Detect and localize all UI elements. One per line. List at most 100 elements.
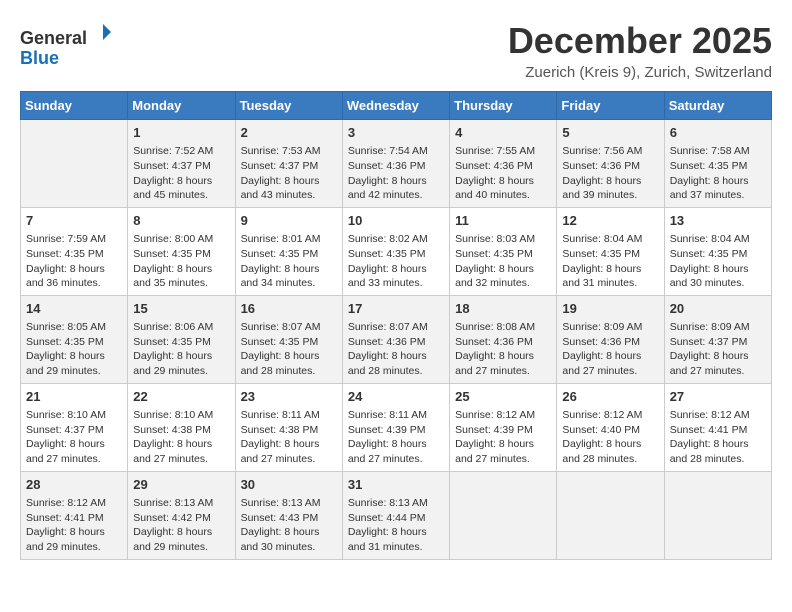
calendar-cell: 26Sunrise: 8:12 AM Sunset: 4:40 PM Dayli… <box>557 383 664 471</box>
day-number: 1 <box>133 124 229 142</box>
day-number: 24 <box>348 388 444 406</box>
cell-content: Sunrise: 8:04 AM Sunset: 4:35 PM Dayligh… <box>670 232 766 291</box>
day-number: 21 <box>26 388 122 406</box>
weekday-thursday: Thursday <box>450 92 557 120</box>
day-number: 25 <box>455 388 551 406</box>
calendar-cell: 31 Sunrise: 8:13 AM Sunset: 4:44 PM Dayli… <box>342 471 449 559</box>
cell-content: Sunrise: 8:12 AM Sunset: 4:39 PM Dayligh… <box>455 408 551 467</box>
cell-content: Sunrise: 8:00 AM Sunset: 4:35 PM Dayligh… <box>133 232 229 291</box>
calendar-cell: 14Sunrise: 8:05 AM Sunset: 4:35 PM Dayli… <box>21 295 128 383</box>
location: Zuerich (Kreis 9), Zurich, Switzerland <box>508 64 772 81</box>
cell-content: Sunrise: 8:13 AM Sunset: 4:42 PM Dayligh… <box>133 496 229 555</box>
calendar-cell: 23 Sunrise: 8:11 AM Sunset: 4:38 PM Dayli… <box>235 383 342 471</box>
logo-blue: Blue <box>20 48 59 68</box>
calendar-cell: 9 Sunrise: 8:01 AM Sunset: 4:35 PM Daylig… <box>235 207 342 295</box>
logo-icon <box>89 20 113 44</box>
day-number: 16 <box>241 300 337 318</box>
day-number: 3 <box>348 124 444 142</box>
calendar-week-3: 14Sunrise: 8:05 AM Sunset: 4:35 PM Dayli… <box>21 295 772 383</box>
cell-content: Sunrise: 7:56 AM Sunset: 4:36 PM Dayligh… <box>562 144 658 203</box>
cell-content: Sunrise: 8:11 AM Sunset: 4:38 PM Dayligh… <box>241 408 337 467</box>
cell-content: Sunrise: 8:13 AM Sunset: 4:43 PM Dayligh… <box>241 496 337 555</box>
calendar-cell: 18 Sunrise: 8:08 AM Sunset: 4:36 PM Dayli… <box>450 295 557 383</box>
day-number: 9 <box>241 212 337 230</box>
day-number: 2 <box>241 124 337 142</box>
cell-content: Sunrise: 8:12 AM Sunset: 4:41 PM Dayligh… <box>670 408 766 467</box>
day-number: 30 <box>241 476 337 494</box>
calendar-cell: 7Sunrise: 7:59 AM Sunset: 4:35 PM Daylig… <box>21 207 128 295</box>
calendar-cell: 2 Sunrise: 7:53 AM Sunset: 4:37 PM Daylig… <box>235 120 342 208</box>
day-number: 27 <box>670 388 766 406</box>
day-number: 19 <box>562 300 658 318</box>
cell-content: Sunrise: 7:55 AM Sunset: 4:36 PM Dayligh… <box>455 144 551 203</box>
cell-content: Sunrise: 8:06 AM Sunset: 4:35 PM Dayligh… <box>133 320 229 379</box>
calendar-cell: 19 Sunrise: 8:09 AM Sunset: 4:36 PM Dayli… <box>557 295 664 383</box>
day-number: 28 <box>26 476 122 494</box>
calendar-cell: 6 Sunrise: 7:58 AM Sunset: 4:35 PM Daylig… <box>664 120 771 208</box>
month-title: December 2025 <box>508 20 772 62</box>
calendar-week-5: 28 Sunrise: 8:12 AM Sunset: 4:41 PM Dayli… <box>21 471 772 559</box>
weekday-wednesday: Wednesday <box>342 92 449 120</box>
calendar-cell: 28 Sunrise: 8:12 AM Sunset: 4:41 PM Dayli… <box>21 471 128 559</box>
cell-content: Sunrise: 8:07 AM Sunset: 4:36 PM Dayligh… <box>348 320 444 379</box>
cell-content: Sunrise: 7:53 AM Sunset: 4:37 PM Dayligh… <box>241 144 337 203</box>
calendar-table: SundayMondayTuesdayWednesdayThursdayFrid… <box>20 91 772 560</box>
calendar-cell: 30 Sunrise: 8:13 AM Sunset: 4:43 PM Dayli… <box>235 471 342 559</box>
day-number: 22 <box>133 388 229 406</box>
calendar-week-4: 21 Sunrise: 8:10 AM Sunset: 4:37 PM Dayli… <box>21 383 772 471</box>
calendar-cell: 27 Sunrise: 8:12 AM Sunset: 4:41 PM Dayli… <box>664 383 771 471</box>
title-area: December 2025 Zuerich (Kreis 9), Zurich,… <box>508 20 772 81</box>
cell-content: Sunrise: 8:02 AM Sunset: 4:35 PM Dayligh… <box>348 232 444 291</box>
calendar-cell: 24Sunrise: 8:11 AM Sunset: 4:39 PM Dayli… <box>342 383 449 471</box>
weekday-sunday: Sunday <box>21 92 128 120</box>
calendar-cell: 22Sunrise: 8:10 AM Sunset: 4:38 PM Dayli… <box>128 383 235 471</box>
calendar-cell: 13 Sunrise: 8:04 AM Sunset: 4:35 PM Dayli… <box>664 207 771 295</box>
cell-content: Sunrise: 8:04 AM Sunset: 4:35 PM Dayligh… <box>562 232 658 291</box>
cell-content: Sunrise: 7:54 AM Sunset: 4:36 PM Dayligh… <box>348 144 444 203</box>
day-number: 13 <box>670 212 766 230</box>
page-header: General Blue December 2025 Zuerich (Krei… <box>20 20 772 81</box>
cell-content: Sunrise: 8:09 AM Sunset: 4:36 PM Dayligh… <box>562 320 658 379</box>
calendar-cell: 29 Sunrise: 8:13 AM Sunset: 4:42 PM Dayli… <box>128 471 235 559</box>
calendar-cell: 10Sunrise: 8:02 AM Sunset: 4:35 PM Dayli… <box>342 207 449 295</box>
logo: General Blue <box>20 20 113 69</box>
calendar-cell: 5 Sunrise: 7:56 AM Sunset: 4:36 PM Daylig… <box>557 120 664 208</box>
weekday-monday: Monday <box>128 92 235 120</box>
cell-content: Sunrise: 8:13 AM Sunset: 4:44 PM Dayligh… <box>348 496 444 555</box>
weekday-friday: Friday <box>557 92 664 120</box>
calendar-week-1: 1 Sunrise: 7:52 AM Sunset: 4:37 PM Daylig… <box>21 120 772 208</box>
cell-content: Sunrise: 8:01 AM Sunset: 4:35 PM Dayligh… <box>241 232 337 291</box>
day-number: 18 <box>455 300 551 318</box>
day-number: 11 <box>455 212 551 230</box>
calendar-cell: 15 Sunrise: 8:06 AM Sunset: 4:35 PM Dayli… <box>128 295 235 383</box>
calendar-body: 1 Sunrise: 7:52 AM Sunset: 4:37 PM Daylig… <box>21 120 772 560</box>
calendar-cell: 11Sunrise: 8:03 AM Sunset: 4:35 PM Dayli… <box>450 207 557 295</box>
logo-general: General <box>20 28 87 48</box>
cell-content: Sunrise: 7:59 AM Sunset: 4:35 PM Dayligh… <box>26 232 122 291</box>
calendar-cell <box>664 471 771 559</box>
cell-content: Sunrise: 7:58 AM Sunset: 4:35 PM Dayligh… <box>670 144 766 203</box>
calendar-cell: 12 Sunrise: 8:04 AM Sunset: 4:35 PM Dayli… <box>557 207 664 295</box>
day-number: 17 <box>348 300 444 318</box>
day-number: 23 <box>241 388 337 406</box>
calendar-cell <box>557 471 664 559</box>
day-number: 4 <box>455 124 551 142</box>
day-number: 6 <box>670 124 766 142</box>
calendar-cell <box>21 120 128 208</box>
day-number: 29 <box>133 476 229 494</box>
cell-content: Sunrise: 8:10 AM Sunset: 4:37 PM Dayligh… <box>26 408 122 467</box>
day-number: 12 <box>562 212 658 230</box>
cell-content: Sunrise: 7:52 AM Sunset: 4:37 PM Dayligh… <box>133 144 229 203</box>
calendar-cell: 3 Sunrise: 7:54 AM Sunset: 4:36 PM Daylig… <box>342 120 449 208</box>
calendar-cell: 25 Sunrise: 8:12 AM Sunset: 4:39 PM Dayli… <box>450 383 557 471</box>
cell-content: Sunrise: 8:12 AM Sunset: 4:41 PM Dayligh… <box>26 496 122 555</box>
day-number: 5 <box>562 124 658 142</box>
cell-content: Sunrise: 8:08 AM Sunset: 4:36 PM Dayligh… <box>455 320 551 379</box>
day-number: 15 <box>133 300 229 318</box>
day-number: 31 <box>348 476 444 494</box>
day-number: 8 <box>133 212 229 230</box>
calendar-cell: 16Sunrise: 8:07 AM Sunset: 4:35 PM Dayli… <box>235 295 342 383</box>
calendar-cell: 4 Sunrise: 7:55 AM Sunset: 4:36 PM Daylig… <box>450 120 557 208</box>
cell-content: Sunrise: 8:12 AM Sunset: 4:40 PM Dayligh… <box>562 408 658 467</box>
day-number: 14 <box>26 300 122 318</box>
